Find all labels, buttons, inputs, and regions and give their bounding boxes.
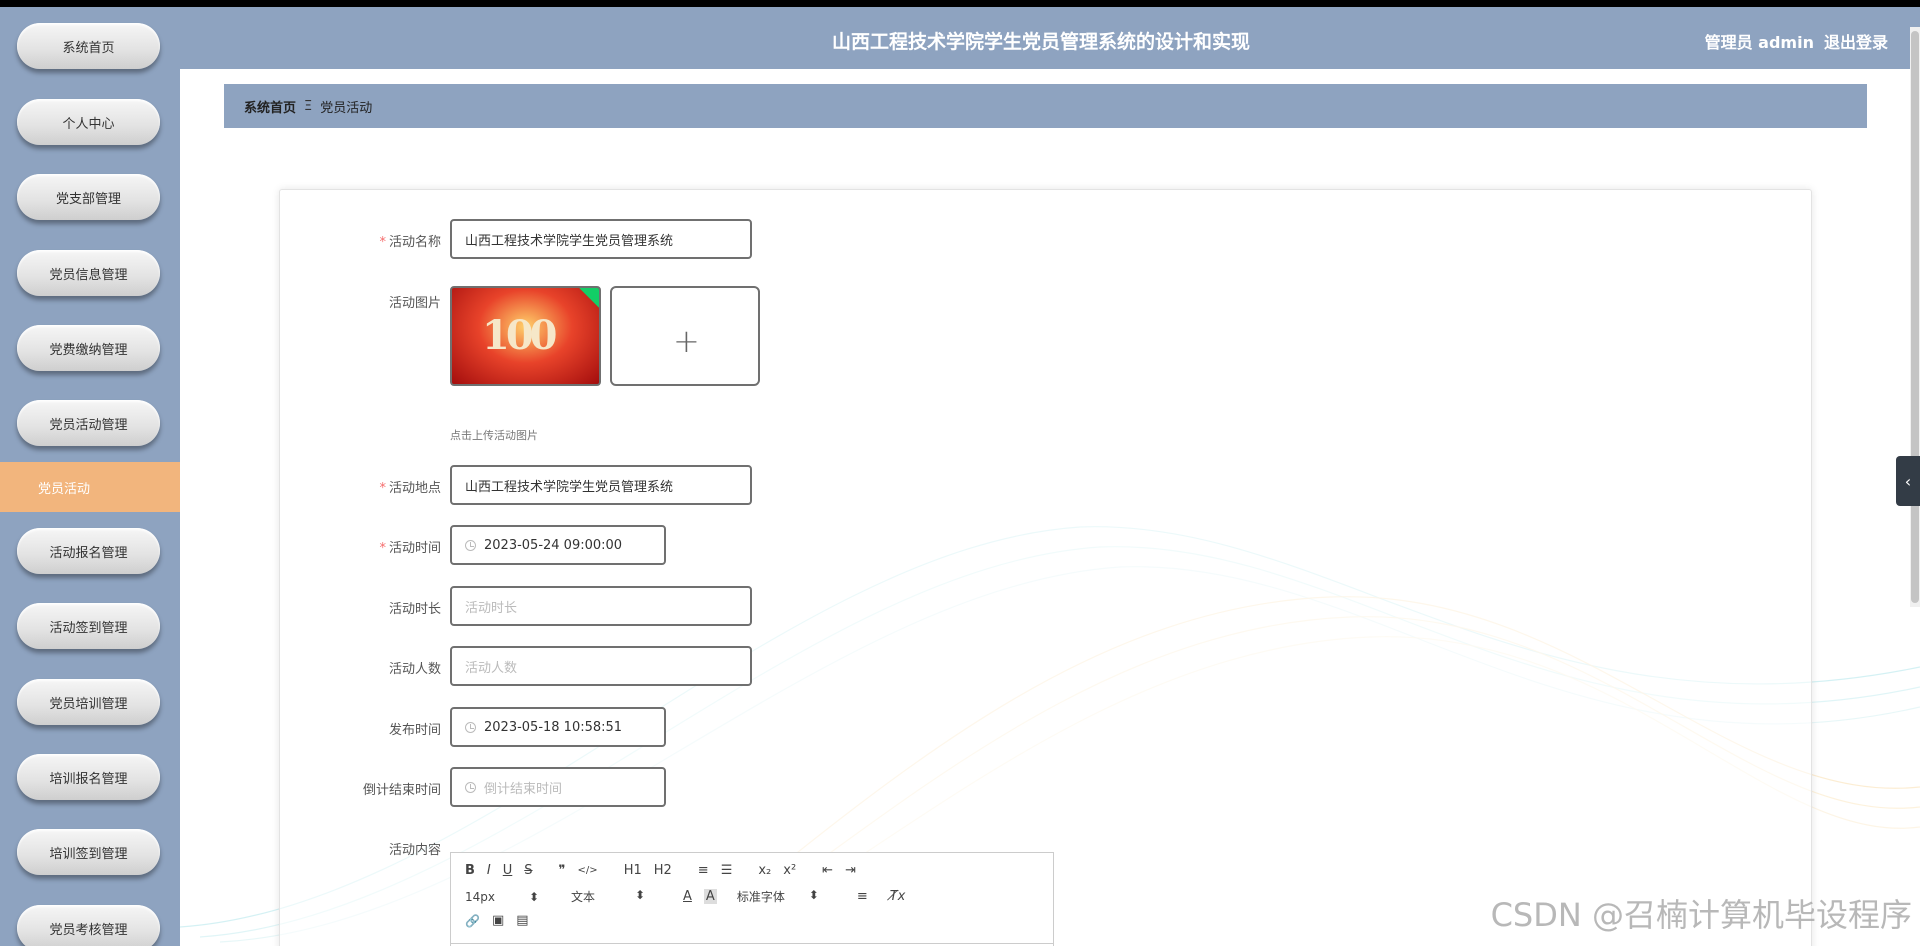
clock-icon [465, 781, 476, 793]
app-frame: 系统首页 个人中心 党支部管理 党员信息管理 党费缴纳管理 党员活动管理 党员活… [0, 7, 1920, 946]
activity-count-input[interactable]: 活动人数 [450, 646, 752, 686]
required-mark: * [379, 235, 386, 250]
publish-label: 发布时间 [388, 723, 441, 738]
upload-success-badge [579, 288, 599, 308]
required-mark: * [379, 541, 386, 556]
sidebar-item-checkin[interactable]: 活动签到管理 [17, 603, 160, 649]
activity-name-input[interactable]: 山西工程技术学院学生党员管理系统 [450, 219, 752, 259]
sidebar-item-activity-mgmt[interactable]: 党员活动管理 [17, 400, 160, 446]
activity-location-input[interactable]: 山西工程技术学院学生党员管理系统 [450, 465, 752, 505]
scrollbar-thumb[interactable] [1911, 31, 1919, 603]
user-name: 管理员 admin [1704, 33, 1814, 52]
editor-toolbar-row1: B I U S ❞ </> H1 H2 ≡ ☰ x₂ x² ⇤ ⇥ [465, 863, 868, 878]
activity-duration-input[interactable]: 活动时长 [450, 586, 752, 626]
duration-label: 活动时长 [388, 602, 441, 617]
sidebar-item-assessment[interactable]: 党员考核管理 [17, 905, 160, 946]
outdent-button[interactable]: ⇤ [822, 863, 833, 878]
sidebar-item-training[interactable]: 党员培训管理 [17, 679, 160, 725]
indent-button[interactable]: ⇥ [845, 863, 856, 878]
page-title: 山西工程技术学院学生党员管理系统的设计和实现 [832, 31, 1251, 53]
subscript-button[interactable]: x₂ [758, 863, 771, 878]
font-size-select[interactable]: 14px ⬍ [465, 890, 551, 904]
bullet-list-button[interactable]: ☰ [721, 863, 733, 878]
underline-button[interactable]: U [503, 863, 513, 878]
watermark: CSDN @召楠计算机毕设程序 [1490, 896, 1912, 934]
chevron-left-icon: ‹ [1904, 471, 1912, 491]
sidebar-item-signup[interactable]: 活动报名管理 [17, 528, 160, 574]
publish-time-value: 2023-05-18 10:58:51 [484, 719, 623, 735]
editor-divider [451, 943, 1053, 944]
image-upload-button[interactable]: + [610, 286, 760, 386]
select-arrow-icon: ⬍ [808, 888, 819, 902]
paragraph-select[interactable]: 文本 ⬍ [571, 888, 657, 905]
sidebar-subitem-activity[interactable]: 党员活动 [0, 462, 180, 512]
select-arrow-icon: ⬍ [528, 889, 539, 904]
bold-button[interactable]: B [465, 863, 475, 878]
plus-icon: + [673, 322, 700, 360]
activity-image-thumbnail[interactable]: 100 [450, 286, 601, 386]
select-arrow-icon: ⬍ [634, 888, 645, 902]
collapse-panel-button[interactable]: ‹ [1896, 456, 1920, 506]
required-mark: * [379, 481, 386, 496]
superscript-button[interactable]: x² [783, 863, 796, 878]
location-label: * 活动地点 [379, 481, 441, 496]
italic-button[interactable]: I [487, 863, 491, 878]
clock-icon [465, 539, 476, 551]
rich-text-editor: B I U S ❞ </> H1 H2 ≡ ☰ x₂ x² ⇤ ⇥ 14px ⬍ … [450, 852, 1054, 946]
sidebar-item-member-info[interactable]: 党员信息管理 [17, 250, 160, 296]
font-family-select[interactable]: 标准字体 ⬍ [737, 888, 831, 905]
align-button[interactable]: ≡ [857, 889, 868, 904]
name-label: * 活动名称 [379, 235, 441, 250]
header2-button[interactable]: H2 [654, 863, 672, 878]
editor-toolbar-row3: 🔗 ▣ ▤ [465, 913, 541, 928]
sidebar-item-branch[interactable]: 党支部管理 [17, 174, 160, 220]
count-label: 活动人数 [388, 662, 441, 677]
ordered-list-button[interactable]: ≡ [698, 863, 709, 878]
font-color-icon[interactable]: A [683, 889, 692, 904]
breadcrumb-home[interactable]: 系统首页 [244, 97, 296, 116]
countdown-time-picker[interactable]: 倒计结束时间 [450, 767, 666, 807]
image-label: 活动图片 [388, 296, 441, 311]
blockquote-button[interactable]: ❞ [559, 863, 566, 878]
clear-format-button[interactable]: T̸x [890, 889, 906, 904]
sidebar-item-home[interactable]: 系统首页 [17, 23, 160, 69]
sidebar-item-dues[interactable]: 党费缴纳管理 [17, 325, 160, 371]
clock-icon [465, 721, 476, 733]
content-label: 活动内容 [388, 843, 441, 858]
activity-time-picker[interactable]: 2023-05-24 09:00:00 [450, 525, 666, 565]
header-bar: 山西工程技术学院学生党员管理系统的设计和实现 管理员 admin 退出登录 [180, 7, 1920, 69]
breadcrumb-separator: Ξ [304, 98, 313, 114]
image-icon[interactable]: ▣ [492, 913, 504, 928]
thumb-text: 100 [482, 312, 557, 359]
time-label: * 活动时间 [379, 541, 441, 556]
user-area: 管理员 admin 退出登录 [1705, 29, 1888, 53]
upload-hint: 点击上传活动图片 [450, 429, 538, 442]
sidebar-item-training-checkin[interactable]: 培训签到管理 [17, 829, 160, 875]
link-icon[interactable]: 🔗 [465, 914, 480, 928]
countdown-placeholder: 倒计结束时间 [484, 781, 563, 797]
breadcrumb: 系统首页 Ξ 党员活动 [224, 84, 1867, 128]
strike-button[interactable]: S [524, 863, 532, 878]
sidebar-item-training-signup[interactable]: 培训报名管理 [17, 754, 160, 800]
video-icon[interactable]: ▤ [516, 913, 528, 928]
breadcrumb-current: 党员活动 [320, 100, 373, 116]
background-color-icon[interactable]: A [703, 889, 717, 904]
code-block-button[interactable]: </> [578, 865, 598, 876]
editor-toolbar-row2: 14px ⬍ 文本 ⬍ A A 标准字体 ⬍ ≡ T̸x [465, 888, 917, 905]
sidebar: 系统首页 个人中心 党支部管理 党员信息管理 党费缴纳管理 党员活动管理 党员活… [0, 7, 180, 946]
logout-link[interactable]: 退出登录 [1824, 33, 1888, 52]
publish-time-picker[interactable]: 2023-05-18 10:58:51 [450, 707, 666, 747]
activity-time-value: 2023-05-24 09:00:00 [484, 537, 623, 553]
countdown-label: 倒计结束时间 [362, 783, 441, 798]
sidebar-item-profile[interactable]: 个人中心 [17, 99, 160, 145]
header1-button[interactable]: H1 [624, 863, 642, 878]
